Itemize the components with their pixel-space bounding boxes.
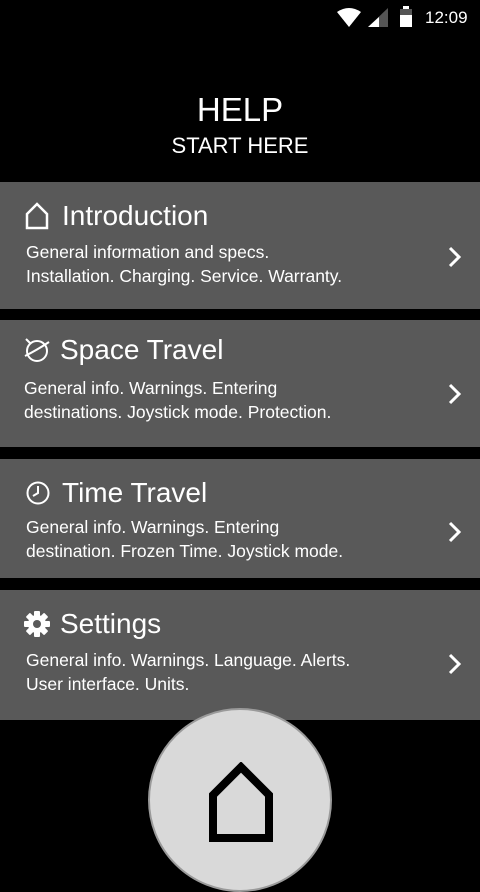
menu-item-description: General info. Warnings. Entering destina… xyxy=(24,378,332,422)
menu-item-title: Settings xyxy=(60,608,162,639)
battery-icon xyxy=(400,6,412,27)
menu-item-description: General information and specs. Installat… xyxy=(26,242,343,286)
page-header: HELP START HERE xyxy=(0,90,480,160)
wifi-icon xyxy=(337,8,361,27)
menu-item-time-travel[interactable]: Time Travel General info. Warnings. Ente… xyxy=(0,459,480,578)
chevron-right-icon xyxy=(448,521,462,543)
house-outline-icon xyxy=(25,202,49,230)
home-button[interactable] xyxy=(148,708,332,892)
clock-icon xyxy=(26,481,50,505)
menu-item-space-travel[interactable]: Space Travel General info. Warnings. Ent… xyxy=(0,320,480,447)
page-subtitle: START HERE xyxy=(171,133,309,158)
signal-icon xyxy=(368,8,388,27)
menu-item-introduction[interactable]: Introduction General information and spe… xyxy=(0,182,480,309)
chevron-right-icon xyxy=(448,246,462,268)
menu-item-title: Introduction xyxy=(62,200,209,231)
chevron-right-icon xyxy=(448,653,462,675)
chevron-right-icon xyxy=(448,383,462,405)
gear-icon xyxy=(24,611,50,637)
planet-icon xyxy=(24,338,50,362)
clock-text: 12:09 xyxy=(425,8,468,27)
menu-item-title: Time Travel xyxy=(62,477,208,508)
menu-item-settings[interactable]: Settings General info. Warnings. Languag… xyxy=(0,590,480,720)
menu-item-title: Space Travel xyxy=(60,334,224,365)
menu-item-description: General info. Warnings. Language. Alerts… xyxy=(26,650,351,694)
home-icon xyxy=(209,762,273,842)
status-bar: 12:09 xyxy=(0,0,480,36)
menu-item-description: General info. Warnings. Entering destina… xyxy=(26,517,344,561)
page-title: HELP xyxy=(196,91,284,128)
